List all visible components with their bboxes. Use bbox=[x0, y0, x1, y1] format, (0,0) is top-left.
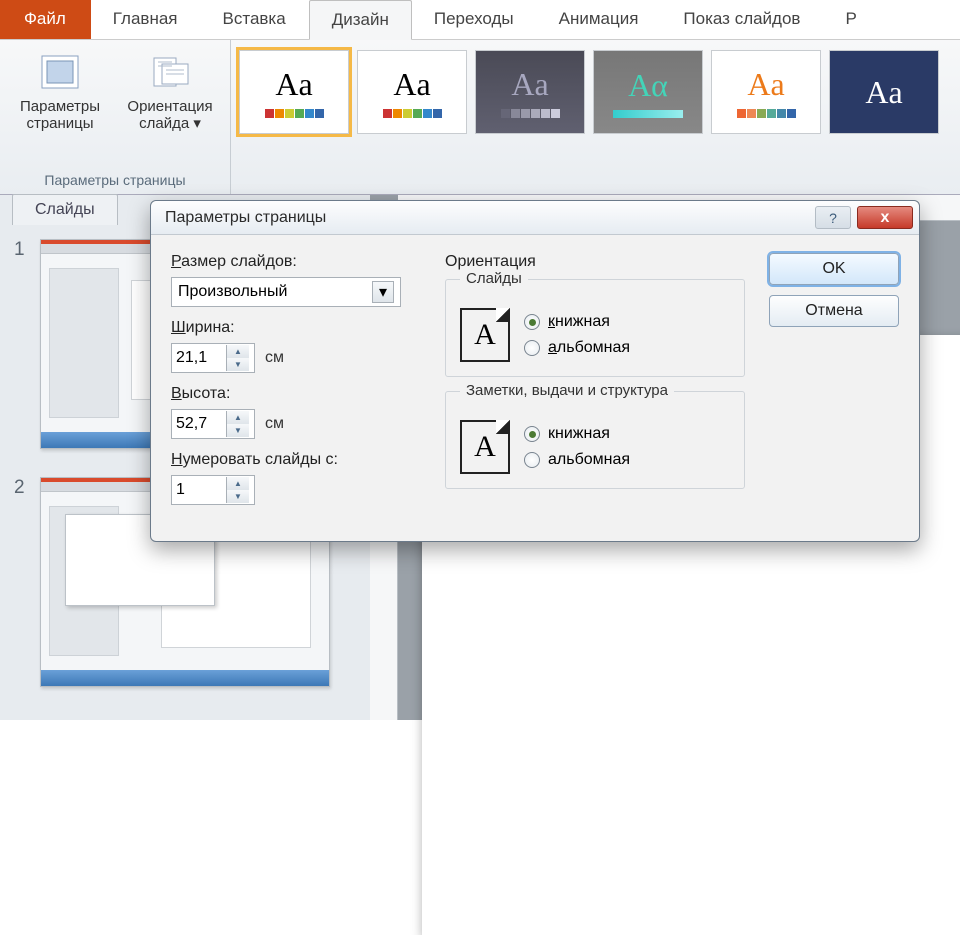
width-up[interactable]: ▲ bbox=[227, 345, 249, 358]
theme-6[interactable]: Aa bbox=[829, 50, 939, 134]
number-from-label: Нумеровать слайды с: bbox=[171, 451, 421, 469]
height-up[interactable]: ▲ bbox=[227, 411, 249, 424]
ok-button[interactable]: OK bbox=[769, 253, 899, 285]
slides-portrait-radio[interactable]: книжная bbox=[524, 313, 630, 331]
dialog-title-text: Параметры страницы bbox=[151, 209, 326, 227]
page-setup-dialog: Параметры страницы ? x Размер слайдов: П… bbox=[150, 200, 920, 542]
theme-1[interactable]: Aa bbox=[239, 50, 349, 134]
theme-4[interactable]: A bbox=[593, 50, 703, 134]
slide-panel-tabs: Слайды bbox=[12, 194, 118, 225]
notes-portrait-radio[interactable]: книжная bbox=[524, 425, 630, 443]
themes-gallery: Aa Aa Aa A Aa Aa bbox=[231, 40, 947, 194]
ribbon-body: Параметры страницы Ориентация слайда ▾ П… bbox=[0, 40, 960, 195]
page-setup-label: Параметры страницы bbox=[20, 98, 100, 133]
tab-insert[interactable]: Вставка bbox=[201, 0, 309, 39]
tab-animation[interactable]: Анимация bbox=[537, 0, 662, 39]
slides-legend: Слайды bbox=[460, 270, 528, 287]
slide-orientation-button[interactable]: Ориентация слайда ▾ bbox=[120, 48, 220, 137]
tab-design[interactable]: Дизайн bbox=[309, 0, 412, 40]
height-down[interactable]: ▼ bbox=[227, 424, 249, 437]
cancel-button[interactable]: Отмена bbox=[769, 295, 899, 327]
number-from-spinner[interactable]: ▲▼ bbox=[171, 475, 255, 505]
chevron-down-icon: ▾ bbox=[372, 281, 394, 303]
width-spinner[interactable]: ▲▼ bbox=[171, 343, 255, 373]
slide-number-1: 1 bbox=[14, 239, 28, 449]
dialog-titlebar[interactable]: Параметры страницы ? x bbox=[151, 201, 919, 235]
height-spinner[interactable]: ▲▼ bbox=[171, 409, 255, 439]
page-setup-button[interactable]: Параметры страницы bbox=[10, 48, 110, 137]
group-page-setup-label: Параметры страницы bbox=[44, 168, 185, 194]
theme-3[interactable]: Aa bbox=[475, 50, 585, 134]
ribbon-tabs: Файл Главная Вставка Дизайн Переходы Ани… bbox=[0, 0, 960, 40]
slides-orientation-group: Слайды A книжная альбомная bbox=[445, 279, 745, 377]
tab-home[interactable]: Главная bbox=[91, 0, 201, 39]
height-label: Высота: bbox=[171, 385, 421, 403]
tab-slideshow[interactable]: Показ слайдов bbox=[661, 0, 823, 39]
height-unit: см bbox=[265, 415, 284, 433]
numfrom-down[interactable]: ▼ bbox=[227, 490, 249, 503]
tab-truncated[interactable]: Р bbox=[823, 0, 879, 39]
tab-transitions[interactable]: Переходы bbox=[412, 0, 537, 39]
orientation-heading: Ориентация bbox=[445, 253, 745, 271]
page-setup-icon bbox=[38, 52, 82, 92]
slide-number-2: 2 bbox=[14, 477, 28, 687]
slide-size-label: Размер слайдов: bbox=[171, 253, 421, 271]
theme-5[interactable]: Aa bbox=[711, 50, 821, 134]
slides-landscape-radio[interactable]: альбомная bbox=[524, 339, 630, 357]
orientation-label: Ориентация слайда ▾ bbox=[127, 98, 212, 133]
slide-size-value: Произвольный bbox=[178, 283, 287, 301]
theme-2[interactable]: Aa bbox=[357, 50, 467, 134]
height-input[interactable] bbox=[172, 415, 226, 433]
group-page-setup: Параметры страницы Ориентация слайда ▾ П… bbox=[0, 40, 231, 194]
notes-landscape-radio[interactable]: альбомная bbox=[524, 451, 630, 469]
width-down[interactable]: ▼ bbox=[227, 358, 249, 371]
slides-tab[interactable]: Слайды bbox=[12, 194, 118, 225]
orientation-icon bbox=[148, 52, 192, 92]
portrait-icon: A bbox=[460, 308, 510, 362]
width-input[interactable] bbox=[172, 349, 226, 367]
numfrom-up[interactable]: ▲ bbox=[227, 477, 249, 490]
dialog-close-button[interactable]: x bbox=[857, 206, 913, 229]
width-unit: см bbox=[265, 349, 284, 367]
portrait-icon-2: A bbox=[460, 420, 510, 474]
number-from-input[interactable] bbox=[172, 481, 226, 499]
tab-file[interactable]: Файл bbox=[0, 0, 91, 39]
slide-size-combo[interactable]: Произвольный ▾ bbox=[171, 277, 401, 307]
dialog-help-button[interactable]: ? bbox=[815, 206, 851, 229]
width-label: Ширина: bbox=[171, 319, 421, 337]
notes-legend: Заметки, выдачи и структура bbox=[460, 382, 674, 399]
notes-orientation-group: Заметки, выдачи и структура A книжная ал… bbox=[445, 391, 745, 489]
